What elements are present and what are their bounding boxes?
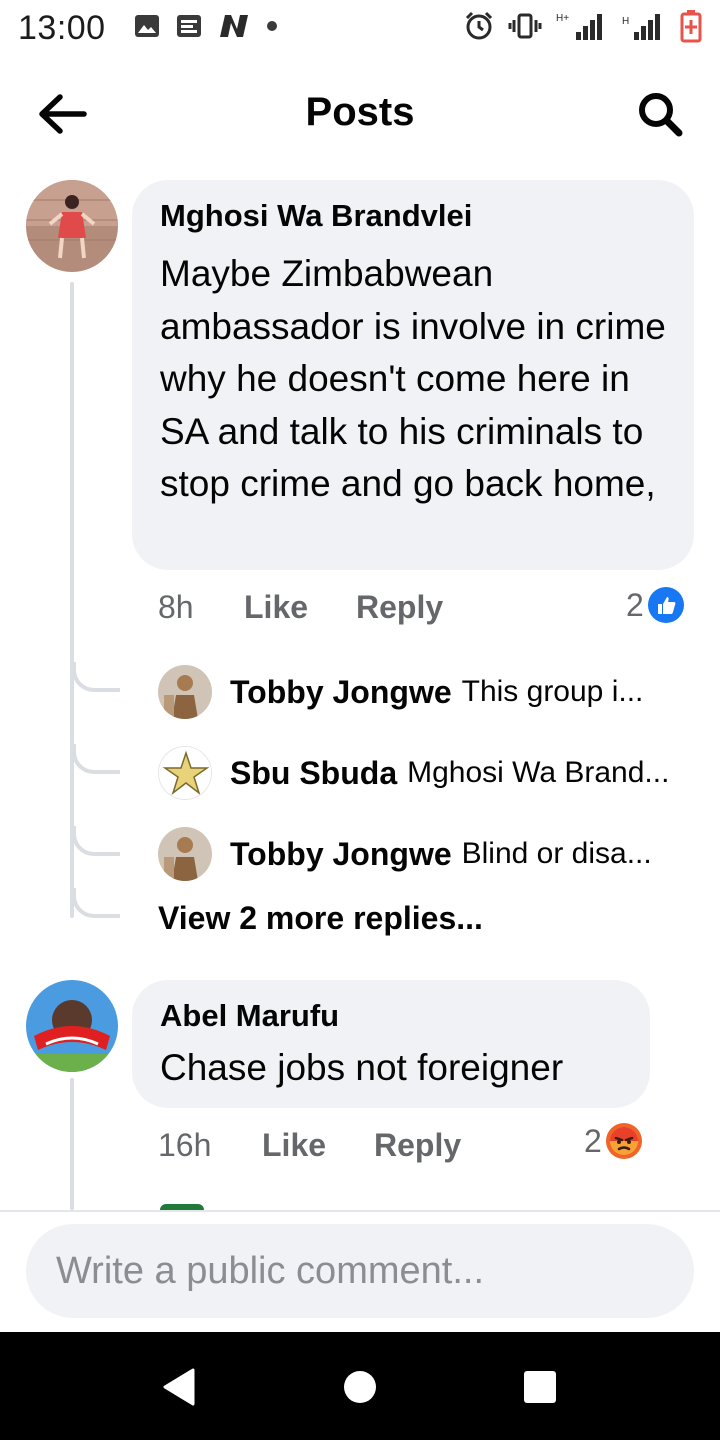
reply-author[interactable]: Tobby Jongwe — [230, 674, 452, 711]
comment-author[interactable]: Abel Marufu — [160, 996, 624, 1036]
signal-hplus-icon: H+ — [556, 10, 608, 47]
header: Posts — [0, 60, 720, 164]
page-title: Posts — [305, 89, 415, 134]
signal-h-icon: H — [622, 10, 666, 47]
thread-line — [70, 282, 74, 918]
battery-icon — [680, 9, 702, 48]
comment-bubble[interactable]: Mghosi Wa Brandvlei Maybe Zimbabwean amb… — [132, 180, 694, 570]
status-time: 13:00 — [18, 8, 106, 47]
comment-actions: 8h Like Reply — [158, 586, 443, 628]
network-label-hplus: H+ — [556, 13, 569, 24]
search-button[interactable] — [630, 86, 690, 142]
view-more-replies-link[interactable]: View 2 more replies... — [158, 900, 483, 937]
square-recents-icon — [524, 1371, 556, 1403]
like-reaction-icon — [647, 587, 684, 623]
avatar[interactable] — [26, 180, 118, 272]
composer-divider — [0, 1210, 720, 1212]
system-nav-bar — [0, 1332, 720, 1440]
reply-button[interactable]: Reply — [374, 1127, 461, 1164]
angry-reaction-icon — [605, 1123, 642, 1159]
network-label-h: H — [622, 16, 629, 27]
comment-actions: 16h Like Reply — [158, 1124, 461, 1166]
thread-line — [70, 1078, 74, 1210]
status-bar: 13:00 H+ H — [0, 0, 720, 56]
reply-preview[interactable]: Tobby Jongwe This group i... — [158, 664, 643, 720]
reaction-count-value: 2 — [584, 1122, 602, 1159]
nav-back-button[interactable] — [154, 1362, 204, 1412]
avatar[interactable] — [158, 746, 212, 800]
reaction-count[interactable]: 2 — [584, 1120, 642, 1162]
triangle-back-icon — [163, 1368, 195, 1406]
avatar[interactable] — [26, 980, 118, 1072]
status-right-icons: H+ H — [464, 9, 702, 48]
image-icon — [134, 14, 160, 43]
comment-author[interactable]: Mghosi Wa Brandvlei — [160, 196, 668, 236]
circle-home-icon — [344, 1371, 376, 1403]
avatar[interactable] — [158, 665, 212, 719]
arrow-left-icon — [39, 94, 87, 134]
reply-text: This group i... — [461, 675, 644, 708]
like-button[interactable]: Like — [262, 1127, 374, 1164]
reply-connector — [72, 826, 120, 856]
avatar[interactable] — [158, 827, 212, 881]
comment-input-placeholder: Write a public comment... — [56, 1249, 485, 1292]
nav-home-button[interactable] — [335, 1362, 385, 1412]
reply-connector — [72, 888, 120, 918]
comment-text: Maybe Zimbabwean ambassador is involve i… — [160, 253, 666, 504]
reply-author[interactable]: Tobby Jongwe — [230, 836, 452, 873]
n-app-icon — [218, 13, 250, 44]
status-left-icons — [134, 13, 278, 44]
comment-time: 8h — [158, 588, 194, 625]
like-button[interactable]: Like — [244, 589, 356, 626]
reply-text: Mghosi Wa Brand... — [407, 756, 670, 789]
dot-icon — [266, 19, 278, 37]
nav-recents-button[interactable] — [515, 1362, 565, 1412]
reply-preview[interactable]: Tobby Jongwe Blind or disa... — [158, 826, 652, 882]
reply-connector — [72, 744, 120, 774]
reaction-count-value: 2 — [626, 586, 644, 623]
reply-text: Blind or disa... — [461, 837, 652, 870]
comment-time: 16h — [158, 1126, 212, 1163]
notes-icon — [176, 14, 202, 43]
reply-author[interactable]: Sbu Sbuda — [230, 755, 397, 792]
reply-button[interactable]: Reply — [356, 589, 443, 626]
reply-connector — [72, 662, 120, 692]
vibrate-icon — [508, 12, 542, 45]
comment-bubble[interactable]: Abel Marufu Chase jobs not foreigner — [132, 980, 650, 1108]
comment-input[interactable]: Write a public comment... — [26, 1224, 694, 1318]
reply-preview[interactable]: Sbu Sbuda Mghosi Wa Brand... — [158, 745, 669, 801]
reaction-count[interactable]: 2 — [626, 584, 684, 626]
alarm-icon — [464, 11, 494, 46]
comment-text: Chase jobs not foreigner — [160, 1047, 564, 1088]
back-button[interactable] — [32, 86, 92, 142]
search-icon — [639, 93, 683, 137]
